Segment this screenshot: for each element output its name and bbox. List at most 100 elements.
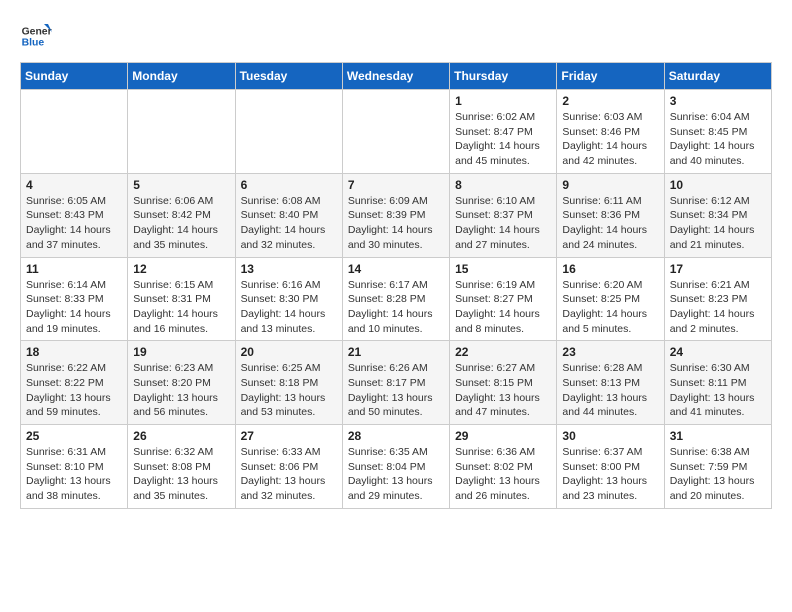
calendar-week-row: 4 Sunrise: 6:05 AM Sunset: 8:43 PM Daylig…: [21, 173, 772, 257]
svg-text:General: General: [22, 26, 52, 37]
calendar-day-cell: 15 Sunrise: 6:19 AM Sunset: 8:27 PM Dayli…: [450, 257, 557, 341]
day-number: 3: [670, 94, 766, 108]
day-number: 8: [455, 178, 551, 192]
day-number: 15: [455, 262, 551, 276]
calendar-day-cell: 25 Sunrise: 6:31 AM Sunset: 8:10 PM Dayli…: [21, 425, 128, 509]
day-info: Sunrise: 6:32 AM Sunset: 8:08 PM Dayligh…: [133, 445, 229, 504]
day-info: Sunrise: 6:16 AM Sunset: 8:30 PM Dayligh…: [241, 278, 337, 337]
calendar-day-cell: 29 Sunrise: 6:36 AM Sunset: 8:02 PM Dayli…: [450, 425, 557, 509]
day-info: Sunrise: 6:19 AM Sunset: 8:27 PM Dayligh…: [455, 278, 551, 337]
day-number: 23: [562, 345, 658, 359]
calendar-day-cell: [128, 90, 235, 174]
day-info: Sunrise: 6:09 AM Sunset: 8:39 PM Dayligh…: [348, 194, 444, 253]
day-info: Sunrise: 6:28 AM Sunset: 8:13 PM Dayligh…: [562, 361, 658, 420]
svg-text:Blue: Blue: [22, 38, 45, 49]
day-number: 28: [348, 429, 444, 443]
day-info: Sunrise: 6:21 AM Sunset: 8:23 PM Dayligh…: [670, 278, 766, 337]
day-info: Sunrise: 6:20 AM Sunset: 8:25 PM Dayligh…: [562, 278, 658, 337]
calendar-day-cell: 2Sunrise: 6:03 AM Sunset: 8:46 PM Daylig…: [557, 90, 664, 174]
day-info: Sunrise: 6:08 AM Sunset: 8:40 PM Dayligh…: [241, 194, 337, 253]
day-info: Sunrise: 6:35 AM Sunset: 8:04 PM Dayligh…: [348, 445, 444, 504]
calendar-week-row: 25 Sunrise: 6:31 AM Sunset: 8:10 PM Dayli…: [21, 425, 772, 509]
day-number: 7: [348, 178, 444, 192]
calendar-day-cell: 9 Sunrise: 6:11 AM Sunset: 8:36 PM Daylig…: [557, 173, 664, 257]
day-info: Sunrise: 6:37 AM Sunset: 8:00 PM Dayligh…: [562, 445, 658, 504]
day-number: 1: [455, 94, 551, 108]
logo-icon: General Blue: [20, 20, 52, 52]
calendar-day-cell: 7 Sunrise: 6:09 AM Sunset: 8:39 PM Daylig…: [342, 173, 449, 257]
calendar-day-cell: 24Sunrise: 6:30 AM Sunset: 8:11 PM Dayli…: [664, 341, 771, 425]
calendar-body: 1 Sunrise: 6:02 AM Sunset: 8:47 PM Daylig…: [21, 90, 772, 509]
calendar-day-cell: 28 Sunrise: 6:35 AM Sunset: 8:04 PM Dayli…: [342, 425, 449, 509]
day-info: Sunrise: 6:38 AM Sunset: 7:59 PM Dayligh…: [670, 445, 766, 504]
day-info: Sunrise: 6:27 AM Sunset: 8:15 PM Dayligh…: [455, 361, 551, 420]
calendar-day-cell: 30 Sunrise: 6:37 AM Sunset: 8:00 PM Dayli…: [557, 425, 664, 509]
calendar-day-cell: 11 Sunrise: 6:14 AM Sunset: 8:33 PM Dayli…: [21, 257, 128, 341]
calendar-day-cell: 5 Sunrise: 6:06 AM Sunset: 8:42 PM Daylig…: [128, 173, 235, 257]
logo: General Blue: [20, 20, 52, 52]
day-info: Sunrise: 6:03 AM Sunset: 8:46 PM Dayligh…: [562, 110, 658, 169]
day-number: 25: [26, 429, 122, 443]
day-number: 6: [241, 178, 337, 192]
day-number: 21: [348, 345, 444, 359]
calendar-day-cell: 10Sunrise: 6:12 AM Sunset: 8:34 PM Dayli…: [664, 173, 771, 257]
day-info: Sunrise: 6:02 AM Sunset: 8:47 PM Dayligh…: [455, 110, 551, 169]
calendar-day-header: Thursday: [450, 63, 557, 90]
calendar-week-row: 1 Sunrise: 6:02 AM Sunset: 8:47 PM Daylig…: [21, 90, 772, 174]
calendar-week-row: 18 Sunrise: 6:22 AM Sunset: 8:22 PM Dayli…: [21, 341, 772, 425]
calendar-day-cell: 13 Sunrise: 6:16 AM Sunset: 8:30 PM Dayli…: [235, 257, 342, 341]
day-number: 5: [133, 178, 229, 192]
day-info: Sunrise: 6:33 AM Sunset: 8:06 PM Dayligh…: [241, 445, 337, 504]
calendar-day-cell: 22 Sunrise: 6:27 AM Sunset: 8:15 PM Dayli…: [450, 341, 557, 425]
day-info: Sunrise: 6:22 AM Sunset: 8:22 PM Dayligh…: [26, 361, 122, 420]
day-info: Sunrise: 6:11 AM Sunset: 8:36 PM Dayligh…: [562, 194, 658, 253]
calendar-day-header: Monday: [128, 63, 235, 90]
calendar-day-cell: 14Sunrise: 6:17 AM Sunset: 8:28 PM Dayli…: [342, 257, 449, 341]
calendar-header-row: SundayMondayTuesdayWednesdayThursdayFrid…: [21, 63, 772, 90]
day-info: Sunrise: 6:10 AM Sunset: 8:37 PM Dayligh…: [455, 194, 551, 253]
calendar-day-header: Sunday: [21, 63, 128, 90]
day-number: 22: [455, 345, 551, 359]
day-number: 4: [26, 178, 122, 192]
calendar-day-cell: 6 Sunrise: 6:08 AM Sunset: 8:40 PM Daylig…: [235, 173, 342, 257]
day-number: 17: [670, 262, 766, 276]
calendar-day-header: Wednesday: [342, 63, 449, 90]
day-number: 18: [26, 345, 122, 359]
day-number: 30: [562, 429, 658, 443]
calendar-day-cell: [342, 90, 449, 174]
calendar-day-cell: 21Sunrise: 6:26 AM Sunset: 8:17 PM Dayli…: [342, 341, 449, 425]
calendar-day-cell: 20 Sunrise: 6:25 AM Sunset: 8:18 PM Dayli…: [235, 341, 342, 425]
day-number: 27: [241, 429, 337, 443]
calendar-day-header: Tuesday: [235, 63, 342, 90]
day-number: 19: [133, 345, 229, 359]
calendar-week-row: 11 Sunrise: 6:14 AM Sunset: 8:33 PM Dayli…: [21, 257, 772, 341]
day-number: 13: [241, 262, 337, 276]
day-number: 11: [26, 262, 122, 276]
calendar-day-cell: 17 Sunrise: 6:21 AM Sunset: 8:23 PM Dayli…: [664, 257, 771, 341]
day-info: Sunrise: 6:06 AM Sunset: 8:42 PM Dayligh…: [133, 194, 229, 253]
day-info: Sunrise: 6:04 AM Sunset: 8:45 PM Dayligh…: [670, 110, 766, 169]
day-info: Sunrise: 6:25 AM Sunset: 8:18 PM Dayligh…: [241, 361, 337, 420]
day-number: 20: [241, 345, 337, 359]
calendar-table: SundayMondayTuesdayWednesdayThursdayFrid…: [20, 62, 772, 509]
calendar-day-cell: 3 Sunrise: 6:04 AM Sunset: 8:45 PM Daylig…: [664, 90, 771, 174]
day-number: 31: [670, 429, 766, 443]
calendar-day-cell: 31 Sunrise: 6:38 AM Sunset: 7:59 PM Dayli…: [664, 425, 771, 509]
day-number: 29: [455, 429, 551, 443]
day-info: Sunrise: 6:36 AM Sunset: 8:02 PM Dayligh…: [455, 445, 551, 504]
day-number: 9: [562, 178, 658, 192]
day-info: Sunrise: 6:23 AM Sunset: 8:20 PM Dayligh…: [133, 361, 229, 420]
page-header: General Blue: [20, 20, 772, 52]
day-info: Sunrise: 6:05 AM Sunset: 8:43 PM Dayligh…: [26, 194, 122, 253]
day-number: 12: [133, 262, 229, 276]
calendar-day-cell: 16Sunrise: 6:20 AM Sunset: 8:25 PM Dayli…: [557, 257, 664, 341]
calendar-day-cell: 12 Sunrise: 6:15 AM Sunset: 8:31 PM Dayli…: [128, 257, 235, 341]
calendar-day-cell: 1 Sunrise: 6:02 AM Sunset: 8:47 PM Daylig…: [450, 90, 557, 174]
day-info: Sunrise: 6:31 AM Sunset: 8:10 PM Dayligh…: [26, 445, 122, 504]
day-info: Sunrise: 6:14 AM Sunset: 8:33 PM Dayligh…: [26, 278, 122, 337]
day-number: 26: [133, 429, 229, 443]
day-info: Sunrise: 6:15 AM Sunset: 8:31 PM Dayligh…: [133, 278, 229, 337]
calendar-day-cell: 27 Sunrise: 6:33 AM Sunset: 8:06 PM Dayli…: [235, 425, 342, 509]
day-info: Sunrise: 6:17 AM Sunset: 8:28 PM Dayligh…: [348, 278, 444, 337]
day-info: Sunrise: 6:12 AM Sunset: 8:34 PM Dayligh…: [670, 194, 766, 253]
